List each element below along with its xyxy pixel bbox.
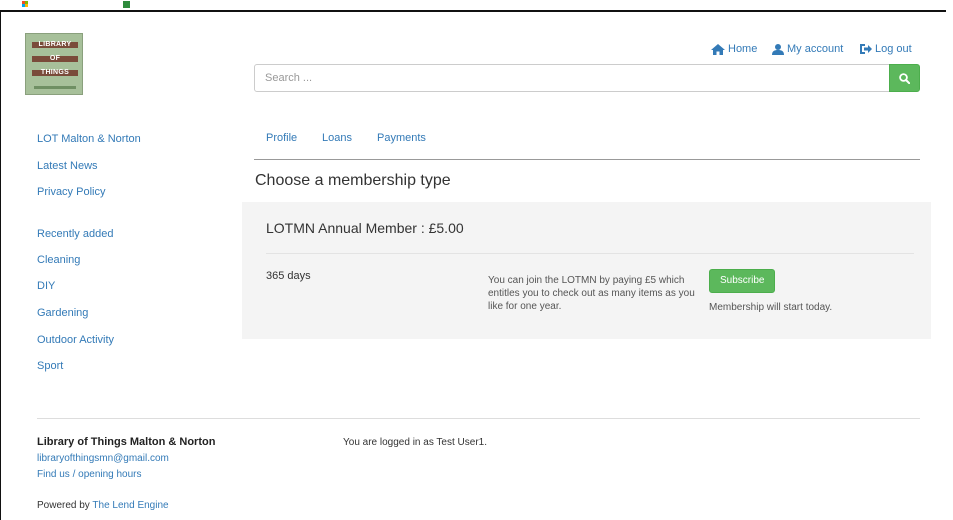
logo-underline	[34, 86, 76, 89]
site-logo[interactable]: LIBRARY OF THINGS	[25, 33, 83, 95]
nav-logout-label: Log out	[875, 43, 912, 55]
window-gutter	[946, 0, 953, 520]
footer-email-link[interactable]: libraryofthingsmn@gmail.com	[37, 453, 169, 464]
home-icon	[711, 43, 725, 55]
nav-logout-link[interactable]: Log out	[860, 41, 912, 57]
page-title: Choose a membership type	[255, 172, 451, 189]
membership-description: You can join the LOTMN by paying £5 whic…	[488, 275, 695, 312]
logo-line-1: LIBRARY	[38, 41, 72, 48]
sidebar-item-latest-news[interactable]: Latest News	[37, 160, 98, 172]
user-icon	[772, 43, 784, 55]
nav-home-link[interactable]: Home	[711, 41, 757, 57]
footer-powered-by: Powered by The Lend Engine	[37, 500, 169, 511]
search-button[interactable]	[889, 64, 920, 92]
tab-payments[interactable]: Payments	[377, 132, 426, 144]
logout-icon	[860, 44, 872, 54]
membership-duration: 365 days	[266, 270, 311, 282]
footer-org-name: Library of Things Malton & Norton	[37, 436, 216, 448]
bookmark-icon	[123, 1, 130, 8]
footer-find-us-link[interactable]: Find us / opening hours	[37, 469, 142, 480]
sidebar-item-lot-malton-norton[interactable]: LOT Malton & Norton	[37, 133, 141, 145]
membership-start-note: Membership will start today.	[709, 302, 833, 313]
sidebar-item-gardening[interactable]: Gardening	[37, 307, 88, 319]
search-input[interactable]	[254, 64, 890, 92]
tabs-divider	[254, 159, 920, 160]
sidebar-item-sport[interactable]: Sport	[37, 360, 63, 372]
footer-lend-engine-link[interactable]: The Lend Engine	[92, 500, 168, 511]
footer-divider	[37, 418, 920, 419]
tab-profile[interactable]: Profile	[266, 132, 297, 144]
windows-icon-part	[25, 4, 28, 7]
logo-line-2: OF	[49, 55, 61, 62]
sidebar-item-outdoor-activity[interactable]: Outdoor Activity	[37, 334, 114, 346]
logo-line-3: THINGS	[40, 69, 70, 76]
sidebar-item-cleaning[interactable]: Cleaning	[37, 254, 80, 266]
membership-panel: LOTMN Annual Member : £5.00 365 days You…	[242, 202, 931, 339]
sidebar-item-privacy-policy[interactable]: Privacy Policy	[37, 186, 105, 198]
membership-title: LOTMN Annual Member : £5.00	[266, 220, 464, 236]
nav-home-label: Home	[728, 43, 758, 55]
nav-account-label: My account	[787, 43, 844, 55]
tab-loans[interactable]: Loans	[322, 132, 352, 144]
nav-account-link[interactable]: My account	[772, 41, 843, 57]
browser-bookmark-strip	[0, 0, 953, 10]
footer-logged-in-status: You are logged in as Test User1.	[343, 437, 487, 448]
frame-top-border	[0, 10, 946, 12]
search-icon	[899, 72, 910, 84]
sidebar-item-recently-added[interactable]: Recently added	[37, 228, 113, 240]
membership-divider	[266, 253, 914, 254]
subscribe-button[interactable]: Subscribe	[709, 269, 776, 293]
footer-powered-prefix: Powered by	[37, 500, 93, 511]
sidebar-item-diy[interactable]: DIY	[37, 280, 55, 292]
